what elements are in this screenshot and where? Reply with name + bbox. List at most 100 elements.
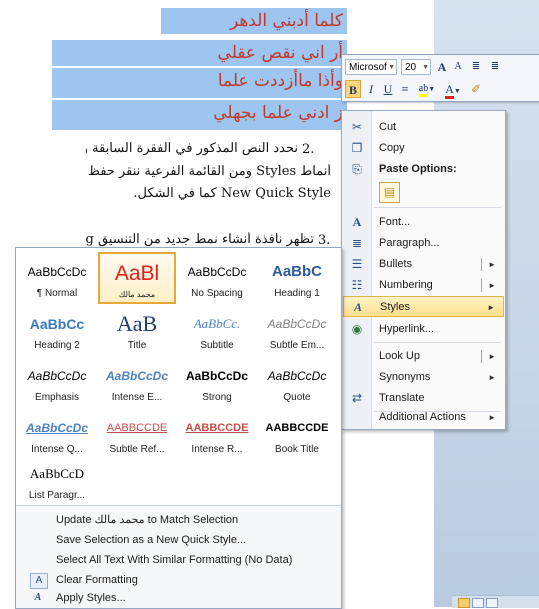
style-preview: AaBbCc. (193, 316, 241, 331)
highlighted-line-4[interactable]: ز ادني علما بجهلي (52, 100, 347, 130)
copy-icon: ❐ (351, 141, 363, 155)
style-tile-quote[interactable]: AaBbCcDc Quote (258, 356, 336, 408)
menu-item-label: Font... (379, 216, 411, 228)
underline-icon: U (383, 82, 393, 96)
highlighted-line-2[interactable]: أر اني نقص عقلي (52, 40, 347, 66)
font-size-combobox[interactable]: 20 ▼ (401, 59, 431, 75)
highlighted-line-3[interactable]: وأذا ماأزددت علما (52, 68, 347, 98)
menu-item-numbering[interactable]: ☷ Numbering ► (343, 275, 504, 296)
style-tile-heading-1[interactable]: AaBbC Heading 1 (258, 252, 336, 304)
style-tile-book-title[interactable]: AABBCCDE Book Title (258, 408, 336, 460)
highlighter-icon: ab (418, 83, 429, 97)
font-color-icon: A (445, 82, 454, 99)
style-tile-intense-emphasis[interactable]: AaBbCcDc Intense E... (98, 356, 176, 408)
style-tile-subtle-emphasis[interactable]: AaBbCcDc Subtle Em... (258, 304, 336, 356)
menu-item-translate[interactable]: ⇄ Translate (343, 388, 504, 409)
apply-styles-icon: A (34, 592, 42, 603)
style-tile-strong[interactable]: AaBbCcDc Strong (178, 356, 256, 408)
style-tile-normal[interactable]: AaBbCcDc ¶ Normal (18, 252, 96, 304)
center-button[interactable]: ≡ (398, 80, 412, 98)
style-preview: AaB (116, 311, 158, 336)
menu-item-look-up[interactable]: Look Up ► (343, 346, 504, 367)
menu-item-label: Numbering (379, 279, 433, 291)
font-color-button[interactable]: A▼ (442, 80, 464, 99)
split-separator (481, 258, 482, 271)
menu-item-label: Cut (379, 121, 397, 133)
submenu-arrow-icon: ► (488, 413, 496, 422)
apply-styles[interactable]: A Apply Styles... (16, 588, 341, 608)
style-name: Quote (283, 392, 311, 403)
format-painter-button[interactable]: ✐ (468, 80, 484, 98)
menu-item-cut[interactable]: ✂ Cut (343, 117, 504, 138)
style-name: Intense R... (191, 444, 243, 455)
style-tile-list-paragraph[interactable]: AaBbCcD List Paragr... (18, 454, 96, 506)
underline-button[interactable]: U (381, 80, 395, 98)
style-preview: AaBbCcDc (27, 369, 87, 383)
style-tile-title[interactable]: AaB Title (98, 304, 176, 356)
paragraph-2-line-3[interactable]: New Quick Style كما في الشكل. (86, 186, 331, 201)
clipboard-icon: ▤ (383, 185, 396, 199)
style-tile-no-spacing[interactable]: AaBbCcDc No Spacing (178, 252, 256, 304)
style-name: List Paragr... (28, 490, 86, 501)
style-preview: AaBbCcDc (27, 265, 87, 279)
style-tile-intense-reference[interactable]: AABBCCDE Intense R... (178, 408, 256, 460)
grow-font-button[interactable]: A (435, 58, 449, 76)
select-all-similar-formatting[interactable]: Select All Text With Similar Formatting … (16, 550, 341, 570)
style-tile-heading-2[interactable]: AaBbCc Heading 2 (18, 304, 96, 356)
hyperlink-icon: ◉ (351, 322, 363, 336)
quick-styles-gallery: AaBbCcDc ¶ Normal AaBl محمد مالك AaBbCcD… (15, 247, 342, 609)
submenu-arrow-icon: ► (488, 373, 496, 382)
style-tile-custom-selected[interactable]: AaBl محمد مالك (98, 252, 176, 304)
style-tile-emphasis[interactable]: AaBbCcDc Emphasis (18, 356, 96, 408)
menu-item-label: Synonyms (379, 371, 431, 383)
decrease-indent-button[interactable]: ≣ (468, 58, 484, 76)
translate-icon: ⇄ (351, 391, 363, 405)
bold-icon: B (348, 83, 357, 97)
font-size-value: 20 (405, 62, 417, 73)
menu-item-styles[interactable]: A Styles ► (343, 296, 504, 317)
menu-item-additional-actions[interactable]: Additional Actions ► (343, 407, 504, 428)
style-tile-intense-quote[interactable]: AaBbCcDc Intense Q... (18, 408, 96, 460)
paragraph-3-line-1[interactable]: تظهر نافذة أنشاء نمط جديد من التنسيق tin… (86, 232, 314, 247)
menu-item-copy[interactable]: ❐ Copy (343, 138, 504, 159)
highlight-color-button[interactable]: ab▼ (416, 80, 438, 98)
paste-options-header-row: ⎘ Paste Options: (343, 159, 504, 180)
save-selection-as-new-quick-style[interactable]: Save Selection as a New Quick Style... (16, 530, 341, 550)
paste-options-header: Paste Options: (379, 163, 457, 175)
menu-item-label: Additional Actions (379, 411, 466, 423)
keep-source-formatting-paste-button[interactable]: ▤ (379, 182, 400, 203)
menu-item-paragraph[interactable]: ≣ Paragraph... (343, 233, 504, 254)
clear-formatting-icon: A (30, 573, 48, 589)
style-preview: AaBbCcDc (25, 421, 88, 435)
menu-item-synonyms[interactable]: Synonyms ► (343, 367, 504, 388)
shrink-font-button[interactable]: A (451, 58, 465, 76)
bold-button[interactable]: B (345, 80, 361, 98)
highlighted-line-1[interactable]: كلما أدبني الدهر (161, 8, 347, 34)
styles-icon: A (353, 300, 362, 314)
style-preview: AaBbCcDc (105, 369, 168, 383)
menu-item-bullets[interactable]: ☰ Bullets ► (343, 254, 504, 275)
action-label: Select All Text With Similar Formatting … (56, 554, 293, 566)
font-name-combobox[interactable]: Microsof ▼ (345, 59, 397, 75)
bullets-icon: ☰ (351, 257, 363, 271)
style-name: محمد مالك (118, 290, 156, 299)
paragraph-2-line-1[interactable]: نحدد النص المذكور في الفقرة السابقة وننق… (86, 141, 298, 156)
paragraph-2-line-2[interactable]: أنماط Styles ومن القائمة الفرعية ننقر حف… (86, 164, 331, 179)
menu-item-font[interactable]: A Font... (343, 212, 504, 233)
increase-indent-button[interactable]: ≣ (487, 58, 503, 76)
style-preview: AaBbCc (29, 316, 85, 332)
update-style-to-match-selection[interactable]: Update محمد مالك to Match Selection (16, 510, 341, 530)
style-name: Intense E... (111, 392, 163, 403)
menu-item-hyperlink[interactable]: ◉ Hyperlink... (343, 319, 504, 340)
clear-formatting[interactable]: A Clear Formatting (16, 570, 341, 590)
menu-item-label: Bullets (379, 258, 413, 270)
style-preview: AaBbCcDc (267, 317, 327, 331)
split-separator (481, 350, 482, 363)
scissors-icon: ✂ (351, 120, 363, 134)
style-preview: AaBbC (271, 263, 322, 280)
style-tile-subtle-reference[interactable]: AABBCCDE Subtle Ref... (98, 408, 176, 460)
style-name: Heading 1 (274, 288, 320, 299)
style-tile-subtitle[interactable]: AaBbCc. Subtitle (178, 304, 256, 356)
submenu-arrow-icon: ► (488, 352, 496, 361)
italic-button[interactable]: I (364, 80, 378, 98)
